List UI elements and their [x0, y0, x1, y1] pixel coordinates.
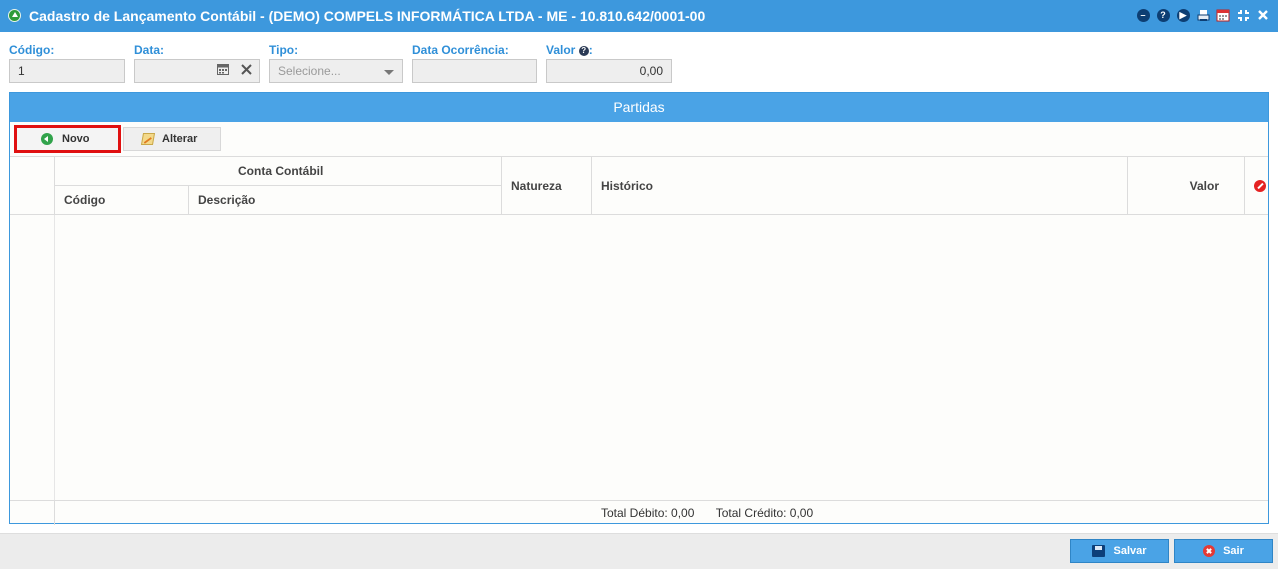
print-icon[interactable]: [1196, 8, 1210, 22]
footer-spacer: [10, 501, 55, 525]
chevron-down-icon[interactable]: [384, 70, 394, 75]
codigo-label: Código:: [9, 43, 55, 57]
partidas-panel: Partidas Novo Alterar Conta Contábil Cód…: [9, 92, 1269, 525]
clear-date-icon[interactable]: [241, 63, 252, 78]
data-ocorrencia-label: Data Ocorrência:: [412, 43, 509, 57]
grid-footer: Total Débito: 0,00 Total Crédito: 0,00: [10, 500, 1268, 525]
data-label: Data:: [134, 43, 165, 57]
codigo-value: 1: [18, 64, 25, 78]
minimize-icon[interactable]: –: [1136, 8, 1150, 22]
total-debito: Total Débito: 0,00: [601, 506, 695, 520]
column-descricao[interactable]: Descrição: [189, 186, 502, 215]
window-title: Cadastro de Lançamento Contábil - (DEMO)…: [29, 8, 706, 24]
column-conta-contabil: Conta Contábil: [55, 157, 502, 186]
column-historico[interactable]: Histórico: [592, 157, 1128, 215]
novo-button[interactable]: Novo: [14, 125, 121, 153]
save-icon: [1092, 545, 1106, 557]
help-icon[interactable]: ?: [1156, 8, 1170, 22]
close-icon[interactable]: [1256, 8, 1270, 22]
codigo-field[interactable]: 1: [9, 59, 125, 83]
help-icon[interactable]: ?: [578, 46, 589, 56]
tipo-select[interactable]: Selecione...: [269, 59, 403, 83]
alterar-label: Alterar: [162, 133, 198, 145]
window-controls: – ? ▶: [1136, 8, 1270, 22]
sair-button[interactable]: Sair: [1174, 539, 1273, 563]
data-field[interactable]: [134, 59, 260, 83]
total-credito: Total Crédito: 0,00: [715, 506, 814, 520]
valor-value: 0,00: [639, 64, 663, 78]
salvar-button[interactable]: Salvar: [1070, 539, 1169, 563]
play-icon[interactable]: ▶: [1176, 8, 1190, 22]
calendar-picker-icon[interactable]: [217, 63, 229, 78]
calendar-icon[interactable]: [1216, 8, 1230, 22]
row-selector-column: [10, 215, 55, 500]
tipo-label: Tipo:: [269, 43, 299, 57]
tipo-placeholder: Selecione...: [278, 64, 341, 78]
partidas-grid: Conta Contábil Código Descrição Natureza…: [10, 156, 1268, 525]
alterar-button[interactable]: Alterar: [123, 127, 221, 151]
partidas-toolbar: Novo Alterar: [10, 122, 1268, 156]
novo-label: Novo: [62, 133, 90, 145]
column-codigo[interactable]: Código: [55, 186, 189, 215]
grid-select-header: [10, 157, 55, 215]
maximize-icon[interactable]: [1236, 8, 1250, 22]
exit-icon: [1203, 545, 1216, 557]
sair-label: Sair: [1223, 545, 1244, 557]
edit-icon: [140, 133, 156, 145]
bottom-bar: Salvar Sair: [0, 533, 1278, 569]
grid-body: [10, 215, 1268, 500]
valor-label: Valor ?:: [546, 43, 593, 57]
column-natureza[interactable]: Natureza: [502, 157, 592, 215]
window-titlebar: Cadastro de Lançamento Contábil - (DEMO)…: [0, 0, 1278, 32]
partidas-title: Partidas: [10, 93, 1268, 122]
valor-field[interactable]: 0,00: [546, 59, 672, 83]
delete-icon[interactable]: [1254, 180, 1266, 192]
valor-label-text: Valor: [546, 43, 576, 57]
data-ocorrencia-field[interactable]: [412, 59, 537, 83]
column-valor[interactable]: Valor: [1128, 157, 1245, 215]
salvar-label: Salvar: [1113, 545, 1147, 557]
grid-totals: Total Débito: 0,00 Total Crédito: 0,00: [601, 506, 813, 520]
column-actions: [1245, 157, 1268, 215]
app-icon: [8, 9, 21, 22]
add-icon: [41, 133, 53, 145]
